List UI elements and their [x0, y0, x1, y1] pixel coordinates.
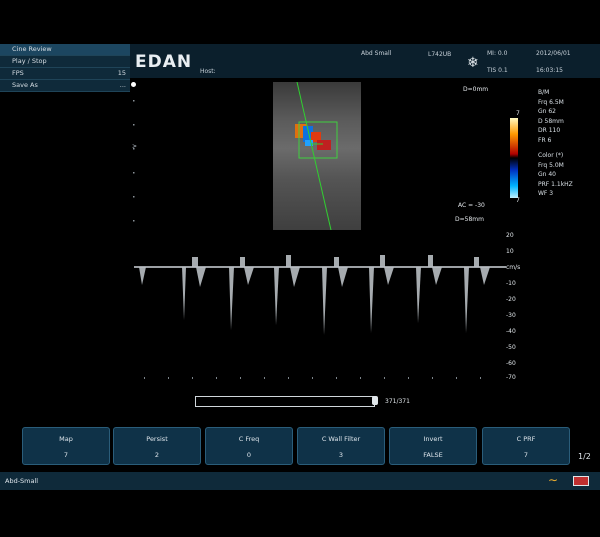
map-button[interactable]: Map 7 — [22, 427, 110, 465]
ytick: -50 — [506, 344, 516, 351]
c-prf-button[interactable]: C PRF 7 — [482, 427, 570, 465]
ytick: -30 — [506, 312, 516, 319]
exam-name: Abd Small — [361, 50, 392, 57]
time: 16:03:15 — [536, 67, 563, 74]
c-freq-button[interactable]: C Freq 0 — [205, 427, 293, 465]
probe-name: L742UB — [428, 51, 452, 58]
param-dr: DR 110 — [538, 127, 561, 134]
ytick: -20 — [506, 296, 516, 303]
depth-ruler: > — [132, 100, 137, 222]
param-gn: Gn 62 — [538, 108, 556, 115]
color-doppler-overlay — [295, 82, 338, 230]
colorbar-bottom-label: 7 — [516, 197, 520, 204]
orientation-marker — [131, 82, 136, 87]
color-scale-bar — [510, 118, 518, 198]
param-fr: FR 6 — [538, 136, 552, 144]
ytick: -60 — [506, 360, 516, 367]
param-wf: WF 3 — [538, 190, 554, 197]
ytick: -70 — [506, 374, 516, 381]
param-frq: Frq 6.5M — [538, 98, 564, 106]
menu-save-as[interactable]: Save As... — [0, 80, 130, 92]
cine-slider-handle[interactable] — [372, 396, 378, 405]
param-color-gn: Gn 40 — [538, 171, 556, 178]
menu-fps[interactable]: FPS 15 — [0, 68, 130, 80]
ytick: -10 — [506, 280, 516, 287]
persist-button[interactable]: Persist 2 — [113, 427, 201, 465]
cine-progress-fill — [196, 397, 374, 406]
doppler-spectrum[interactable] — [134, 245, 506, 385]
fps-value: 15 — [117, 69, 126, 77]
param-prf: PRF 1.1kHZ — [538, 180, 573, 188]
status-bar — [0, 472, 600, 490]
velocity-axis: 20 10 cm/s -10 -20 -30 -40 -50 -60 -70 — [498, 230, 538, 381]
angle-correction: AC = -30 — [458, 202, 485, 209]
parameter-panel: B/M Frq 6.5M Gn 62 D 58mm DR 110 FR 6 Co… — [538, 88, 573, 199]
param-bm: B/M — [538, 89, 550, 96]
colorbar-top-label: 7 — [516, 110, 520, 117]
menu-cine-review[interactable]: Cine Review — [0, 44, 130, 56]
date: 2012/06/01 — [536, 50, 571, 57]
velocity-unit: cm/s — [506, 264, 521, 271]
gate-depth: D=58mm — [455, 216, 484, 223]
status-preset: Abd-Small — [5, 477, 39, 485]
ytick: -40 — [506, 328, 516, 335]
wave-icon: ∼ — [548, 473, 559, 487]
menu-play-stop[interactable]: Play / Stop — [0, 56, 130, 68]
ytick: 20 — [506, 232, 514, 239]
c-wall-filter-button[interactable]: C Wall Filter 3 — [297, 427, 385, 465]
invert-button[interactable]: Invert FALSE — [389, 427, 477, 465]
svg-text:>: > — [132, 143, 137, 150]
connection-icon — [573, 476, 589, 486]
ytick: 10 — [506, 248, 514, 255]
cine-frame-count: 371/371 — [385, 398, 410, 405]
cine-progress-bar[interactable] — [195, 396, 378, 407]
cine-menu: Cine Review Play / Stop FPS 15 Save As... — [0, 44, 130, 92]
save-as-ellipsis: ... — [119, 81, 126, 89]
softkey-row: Map 7 Persist 2 C Freq 0 C Wall Filter 3… — [22, 427, 574, 465]
host-label: Host: — [200, 68, 216, 75]
brand-logo: EDAN — [135, 52, 193, 72]
page-indicator[interactable]: 1/2 — [578, 452, 591, 461]
param-d: D 58mm — [538, 117, 564, 125]
freeze-icon: ❄ — [467, 55, 479, 71]
mi-value: MI: 0.0 — [487, 50, 508, 57]
param-color-header: Color (*) — [538, 152, 564, 159]
tis-value: TIS 0.1 — [487, 67, 508, 74]
param-color-frq: Frq 5.0M — [538, 161, 564, 169]
depth-top: D=0mm — [463, 86, 489, 93]
